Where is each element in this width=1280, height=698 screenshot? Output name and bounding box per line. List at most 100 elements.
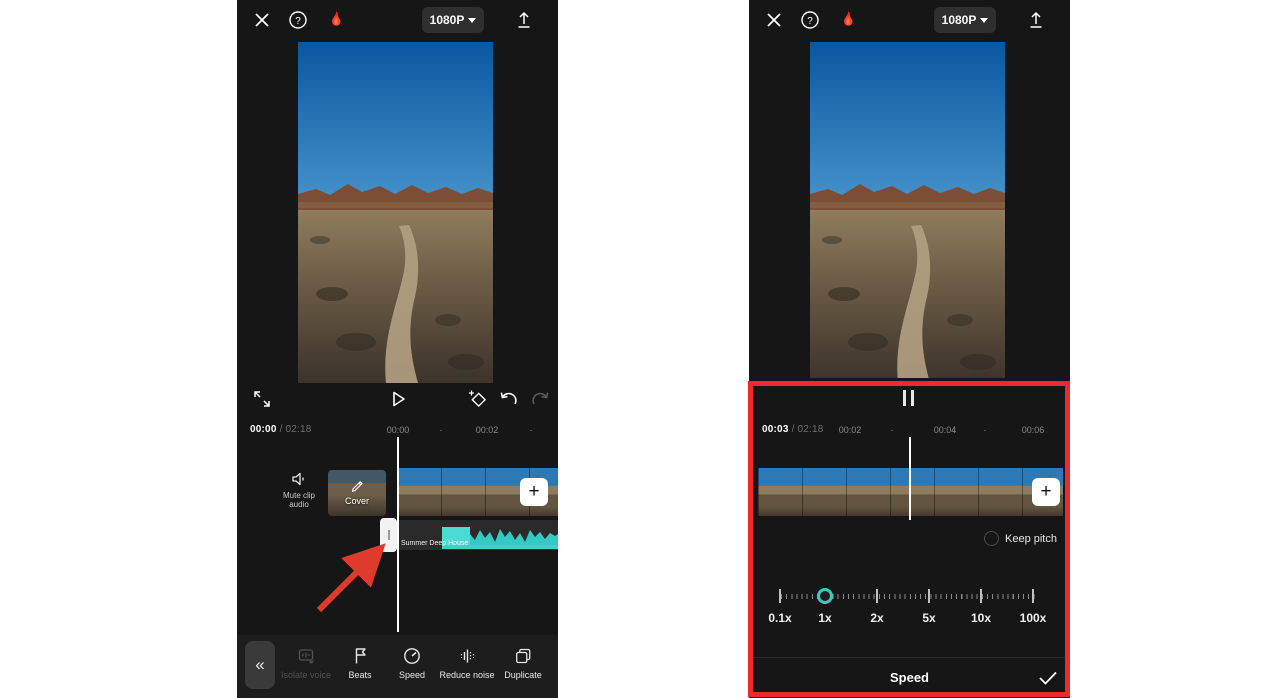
reduce-noise-icon: [460, 649, 474, 663]
playback-controls: [237, 383, 558, 415]
toolbar-label: Duplicate: [504, 670, 542, 680]
cover-button[interactable]: Cover: [328, 470, 386, 516]
desert-road-image: [298, 42, 493, 383]
canvas: ? 1080P 00:00 / 02:18 00:00 · 00:02 · Mu…: [0, 0, 1280, 698]
close-icon[interactable]: [252, 10, 272, 30]
toolbar-label: Reduce noise: [439, 670, 495, 680]
playhead[interactable]: [909, 437, 911, 520]
toolbar-item-duplicate[interactable]: Duplicate: [498, 645, 548, 681]
pencil-icon: [351, 481, 363, 492]
audio-clip-name: Summer Deep House: [401, 540, 469, 547]
total-time: / 02:18: [279, 424, 312, 435]
keep-pitch-toggle[interactable]: Keep pitch: [984, 531, 1057, 546]
dropdown-caret-icon: [980, 17, 989, 23]
ruler-tick: 00:02: [475, 425, 499, 435]
slider-major-tick: [928, 589, 930, 603]
playhead[interactable]: [397, 437, 399, 632]
pause-button[interactable]: [896, 389, 922, 409]
toolbar-item-beats[interactable]: Beats: [342, 645, 377, 681]
speed-label[interactable]: 5x: [922, 611, 935, 625]
time-display: 00:00 / 02:18: [250, 424, 312, 435]
ruler-dot: ·: [529, 425, 533, 435]
pause-icon: [911, 390, 914, 406]
resolution-label: 1080P: [941, 13, 977, 27]
speed-label[interactable]: 10x: [971, 611, 991, 625]
resolution-button[interactable]: 1080P: [934, 7, 996, 33]
desert-road-image: [810, 42, 1005, 378]
video-preview[interactable]: [810, 42, 1005, 378]
redo-icon[interactable]: [529, 388, 551, 410]
toolbar-label: Isolate voice: [280, 670, 332, 680]
right-topbar: ? 1080P: [749, 0, 1070, 40]
current-time: 00:03: [762, 424, 789, 435]
slider-major-tick: [779, 589, 781, 603]
toolbar-item-speed[interactable]: Speed: [393, 645, 431, 681]
slider-major-tick: [980, 589, 982, 603]
keep-pitch-label: Keep pitch: [1005, 532, 1057, 545]
toolbar-label: Speed: [398, 670, 426, 680]
dropdown-caret-icon: [468, 17, 477, 23]
ruler-tick: 00:04: [933, 425, 957, 435]
flame-icon[interactable]: [326, 10, 346, 30]
close-icon[interactable]: [764, 10, 784, 30]
toolbar-label: Beats: [348, 670, 372, 680]
left-topbar: ? 1080P: [237, 0, 558, 40]
toolbar-item-reduce-noise[interactable]: Reduce noise: [433, 645, 500, 681]
ruler-dot: ·: [439, 425, 443, 435]
collapse-toolbar-button[interactable]: «: [245, 641, 275, 689]
help-icon[interactable]: ?: [800, 10, 820, 30]
pause-row: [749, 381, 1070, 415]
checkmark-icon: [1039, 671, 1057, 685]
svg-text:?: ?: [807, 16, 813, 27]
resolution-label: 1080P: [429, 13, 465, 27]
ruler-tick: 00:06: [1021, 425, 1045, 435]
beats-flag-icon: [355, 648, 366, 664]
panel-title: Speed: [889, 670, 929, 685]
total-time: / 02:18: [791, 424, 824, 435]
pause-icon: [903, 390, 906, 406]
duplicate-icon: [515, 648, 531, 664]
right-screenshot: ? 1080P 00:03 / 02:18 00:02 · 00:04 · 00…: [749, 0, 1070, 698]
speed-slider[interactable]: [779, 588, 1037, 606]
export-icon[interactable]: [1026, 10, 1046, 30]
left-screenshot: ? 1080P 00:00 / 02:18 00:00 · 00:02 · Mu…: [237, 0, 558, 698]
speed-label[interactable]: 0.1x: [768, 611, 791, 625]
slider-major-tick: [876, 589, 878, 603]
collapse-chevrons-icon: «: [255, 655, 265, 674]
speed-label[interactable]: 2x: [870, 611, 883, 625]
speed-labels: 0.1x 1x 2x 5x 10x 100x: [768, 611, 1046, 627]
mute-clip-audio-label: Mute clip audio: [282, 491, 315, 509]
confirm-button[interactable]: [1032, 666, 1058, 690]
toolbar-item-isolate-voice[interactable]: Isolate voice: [275, 645, 337, 681]
ruler-dot: ·: [983, 425, 987, 435]
speed-label[interactable]: 1x: [818, 611, 831, 625]
audio-trim-handle[interactable]: [380, 518, 397, 552]
ruler-dot: ·: [890, 425, 894, 435]
ruler-tick: 00:00: [386, 425, 410, 435]
play-icon[interactable]: [387, 388, 409, 410]
ruler-tick: 00:02: [838, 425, 862, 435]
fullscreen-icon[interactable]: [251, 388, 273, 410]
video-preview[interactable]: [298, 42, 493, 383]
speed-panel-footer: Speed: [749, 657, 1070, 698]
export-icon[interactable]: [514, 10, 534, 30]
add-clip-button[interactable]: +: [520, 478, 548, 506]
help-icon[interactable]: ?: [288, 10, 308, 30]
audio-toolbar: « Isolate voice Beats Speed Reduce noise…: [237, 635, 558, 698]
isolate-voice-icon: [298, 649, 314, 664]
cover-label: Cover: [344, 496, 369, 506]
speed-slider-knob[interactable]: [817, 588, 833, 604]
add-clip-button[interactable]: +: [1032, 478, 1060, 506]
flame-icon[interactable]: [838, 10, 858, 30]
audio-track-clip[interactable]: Summer Deep House: [397, 520, 558, 550]
svg-text:?: ?: [295, 16, 301, 27]
speed-gauge-icon: [404, 648, 420, 664]
keyframe-icon[interactable]: [467, 388, 489, 410]
speed-label[interactable]: 100x: [1020, 611, 1047, 625]
undo-icon[interactable]: [498, 388, 520, 410]
mute-clip-audio-button[interactable]: Mute clip audio: [267, 468, 331, 512]
speaker-icon: [292, 472, 304, 486]
time-display: 00:03 / 02:18: [762, 424, 824, 435]
current-time: 00:00: [250, 424, 277, 435]
resolution-button[interactable]: 1080P: [422, 7, 484, 33]
